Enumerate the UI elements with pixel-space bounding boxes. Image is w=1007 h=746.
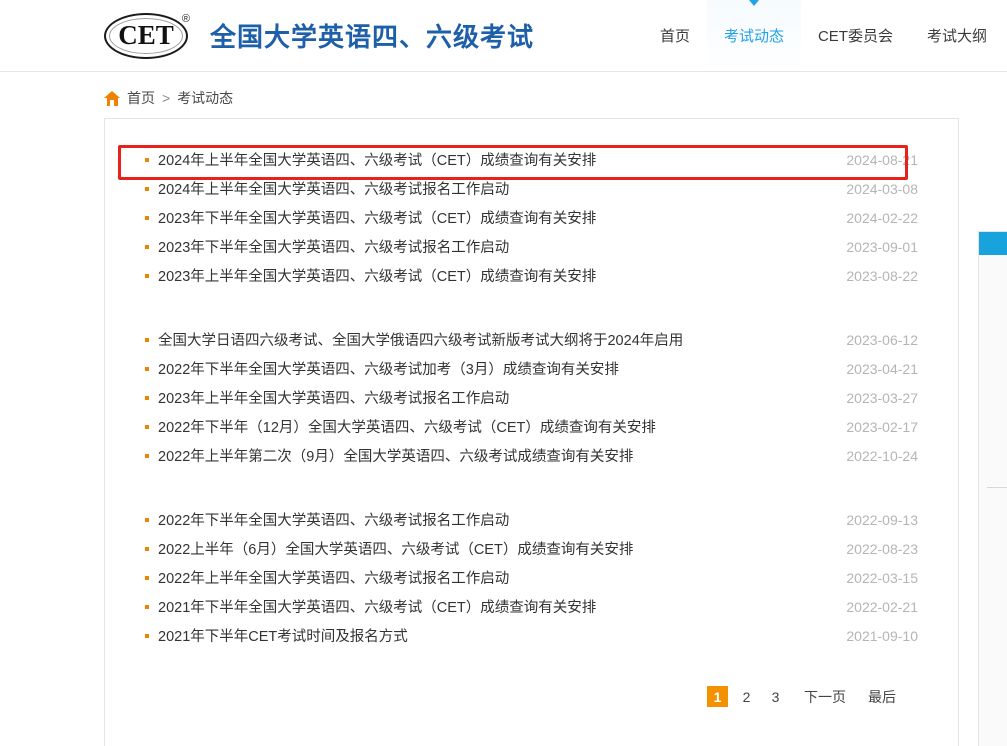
news-group-2: 全国大学日语四六级考试、全国大学俄语四六级考试新版考试大纲将于2024年启用 2… bbox=[145, 325, 918, 470]
bullet-icon bbox=[145, 273, 149, 278]
news-date: 2022-08-23 bbox=[846, 540, 918, 557]
bullet-icon bbox=[145, 546, 149, 551]
breadcrumb-separator: > bbox=[162, 90, 171, 106]
bullet-icon bbox=[145, 575, 149, 580]
news-title: 2021年下半年CET考试时间及报名方式 bbox=[158, 629, 408, 645]
bullet-icon bbox=[145, 186, 149, 191]
site-header: CET ® 全国大学英语四、六级考试 首页 考试动态 CET委员会 考试大纲 bbox=[0, 0, 1007, 72]
news-date: 2024-02-22 bbox=[846, 209, 918, 226]
bullet-icon bbox=[145, 453, 149, 458]
news-title: 2024年上半年全国大学英语四、六级考试报名工作启动 bbox=[158, 182, 510, 198]
bullet-icon bbox=[145, 604, 149, 609]
list-item[interactable]: 2022年下半年（12月）全国大学英语四、六级考试（CET）成绩查询有关安排 2… bbox=[145, 412, 918, 441]
bullet-icon bbox=[145, 633, 149, 638]
nav-item-exam-syllabus[interactable]: 考试大纲 bbox=[910, 0, 1007, 71]
news-date: 2023-09-01 bbox=[846, 238, 918, 255]
side-panel-header bbox=[979, 232, 1007, 255]
news-date: 2022-10-24 bbox=[846, 447, 918, 464]
news-title: 2021年下半年全国大学英语四、六级考试（CET）成绩查询有关安排 bbox=[158, 600, 597, 616]
news-group-3: 2022年下半年全国大学英语四、六级考试报名工作启动 2022-09-13 20… bbox=[145, 505, 918, 650]
breadcrumb-current: 考试动态 bbox=[177, 90, 234, 106]
news-date: 2023-06-12 bbox=[846, 331, 918, 348]
nav-item-home[interactable]: 首页 bbox=[643, 0, 707, 71]
list-item[interactable]: 2022上半年（6月）全国大学英语四、六级考试（CET）成绩查询有关安排 202… bbox=[145, 534, 918, 563]
side-panel-divider bbox=[987, 487, 1007, 488]
main-nav: 首页 考试动态 CET委员会 考试大纲 bbox=[643, 0, 1007, 71]
list-item[interactable]: 2022年下半年全国大学英语四、六级考试加考（3月）成绩查询有关安排 2023-… bbox=[145, 354, 918, 383]
home-icon bbox=[104, 90, 120, 106]
news-list-card: 2024年上半年全国大学英语四、六级考试（CET）成绩查询有关安排 2024-0… bbox=[104, 118, 959, 746]
news-title: 2022年下半年全国大学英语四、六级考试报名工作启动 bbox=[158, 513, 510, 529]
list-item[interactable]: 2024年上半年全国大学英语四、六级考试报名工作启动 2024-03-08 bbox=[145, 174, 918, 203]
pagination-page-2[interactable]: 2 bbox=[736, 686, 757, 707]
news-date: 2023-04-21 bbox=[846, 360, 918, 377]
news-title: 2023年上半年全国大学英语四、六级考试（CET）成绩查询有关安排 bbox=[158, 269, 597, 285]
news-title: 2024年上半年全国大学英语四、六级考试（CET）成绩查询有关安排 bbox=[158, 153, 597, 169]
bullet-icon bbox=[145, 424, 149, 429]
news-date: 2022-02-21 bbox=[846, 598, 918, 615]
list-item[interactable]: 2023年下半年全国大学英语四、六级考试（CET）成绩查询有关安排 2024-0… bbox=[145, 203, 918, 232]
news-title: 2022年上半年全国大学英语四、六级考试报名工作启动 bbox=[158, 571, 510, 587]
news-date: 2024-03-08 bbox=[846, 180, 918, 197]
news-date: 2022-09-13 bbox=[846, 511, 918, 528]
breadcrumb-home-link[interactable]: 首页 bbox=[127, 88, 155, 108]
news-date: 2022-03-15 bbox=[846, 569, 918, 586]
news-date: 2023-03-27 bbox=[846, 389, 918, 406]
breadcrumb: 首页 > 考试动态 bbox=[104, 72, 1007, 118]
list-item[interactable]: 2021年下半年全国大学英语四、六级考试（CET）成绩查询有关安排 2022-0… bbox=[145, 592, 918, 621]
pagination: 1 2 3 下一页 最后 bbox=[145, 686, 918, 731]
news-date: 2021-09-10 bbox=[846, 627, 918, 644]
right-side-panel[interactable] bbox=[978, 231, 1007, 746]
list-item[interactable]: 2022年下半年全国大学英语四、六级考试报名工作启动 2022-09-13 bbox=[145, 505, 918, 534]
news-title: 2022年下半年（12月）全国大学英语四、六级考试（CET）成绩查询有关安排 bbox=[158, 420, 656, 436]
list-item[interactable]: 2024年上半年全国大学英语四、六级考试（CET）成绩查询有关安排 2024-0… bbox=[145, 145, 918, 174]
news-title: 2022上半年（6月）全国大学英语四、六级考试（CET）成绩查询有关安排 bbox=[158, 542, 634, 558]
bullet-icon bbox=[145, 215, 149, 220]
pagination-last-page[interactable]: 最后 bbox=[864, 686, 900, 707]
bullet-icon bbox=[145, 157, 149, 162]
logo-ellipse-outer: CET bbox=[104, 12, 188, 59]
bullet-icon bbox=[145, 366, 149, 371]
registered-trademark-icon: ® bbox=[181, 12, 190, 25]
list-item[interactable]: 2022年上半年第二次（9月）全国大学英语四、六级考试成绩查询有关安排 2022… bbox=[145, 441, 918, 470]
news-date: 2024-08-21 bbox=[846, 151, 918, 168]
news-title: 2022年上半年第二次（9月）全国大学英语四、六级考试成绩查询有关安排 bbox=[158, 449, 634, 465]
list-item[interactable]: 2023年下半年全国大学英语四、六级考试报名工作启动 2023-09-01 bbox=[145, 232, 918, 261]
nav-item-exam-news[interactable]: 考试动态 bbox=[706, 0, 801, 71]
page-title: 全国大学英语四、六级考试 bbox=[210, 22, 535, 52]
bullet-icon bbox=[145, 337, 149, 342]
news-title: 2022年下半年全国大学英语四、六级考试加考（3月）成绩查询有关安排 bbox=[158, 362, 619, 378]
news-title: 2023年下半年全国大学英语四、六级考试报名工作启动 bbox=[158, 240, 510, 256]
logo-ellipse-inner: CET bbox=[109, 17, 183, 54]
news-date: 2023-08-22 bbox=[846, 267, 918, 284]
pagination-page-3[interactable]: 3 bbox=[765, 686, 786, 707]
bullet-icon bbox=[145, 517, 149, 522]
bullet-icon bbox=[145, 395, 149, 400]
nav-item-cet-committee[interactable]: CET委员会 bbox=[801, 0, 910, 71]
pagination-page-1[interactable]: 1 bbox=[707, 686, 728, 707]
list-item[interactable]: 2023年上半年全国大学英语四、六级考试（CET）成绩查询有关安排 2023-0… bbox=[145, 261, 918, 290]
brand: CET ® 全国大学英语四、六级考试 bbox=[104, 0, 534, 71]
cet-logo: CET ® bbox=[104, 9, 192, 63]
pagination-next-page[interactable]: 下一页 bbox=[800, 686, 850, 707]
news-date: 2023-02-17 bbox=[846, 418, 918, 435]
logo-text: CET bbox=[118, 20, 174, 50]
list-item[interactable]: 2023年上半年全国大学英语四、六级考试报名工作启动 2023-03-27 bbox=[145, 383, 918, 412]
list-item[interactable]: 全国大学日语四六级考试、全国大学俄语四六级考试新版考试大纲将于2024年启用 2… bbox=[145, 325, 918, 354]
news-title: 全国大学日语四六级考试、全国大学俄语四六级考试新版考试大纲将于2024年启用 bbox=[158, 333, 684, 349]
news-group-1: 2024年上半年全国大学英语四、六级考试（CET）成绩查询有关安排 2024-0… bbox=[145, 145, 918, 290]
news-title: 2023年下半年全国大学英语四、六级考试（CET）成绩查询有关安排 bbox=[158, 211, 597, 227]
news-title: 2023年上半年全国大学英语四、六级考试报名工作启动 bbox=[158, 391, 510, 407]
page-body: 2024年上半年全国大学英语四、六级考试（CET）成绩查询有关安排 2024-0… bbox=[0, 118, 1007, 746]
list-item[interactable]: 2022年上半年全国大学英语四、六级考试报名工作启动 2022-03-15 bbox=[145, 563, 918, 592]
list-item[interactable]: 2021年下半年CET考试时间及报名方式 2021-09-10 bbox=[145, 621, 918, 650]
bullet-icon bbox=[145, 244, 149, 249]
